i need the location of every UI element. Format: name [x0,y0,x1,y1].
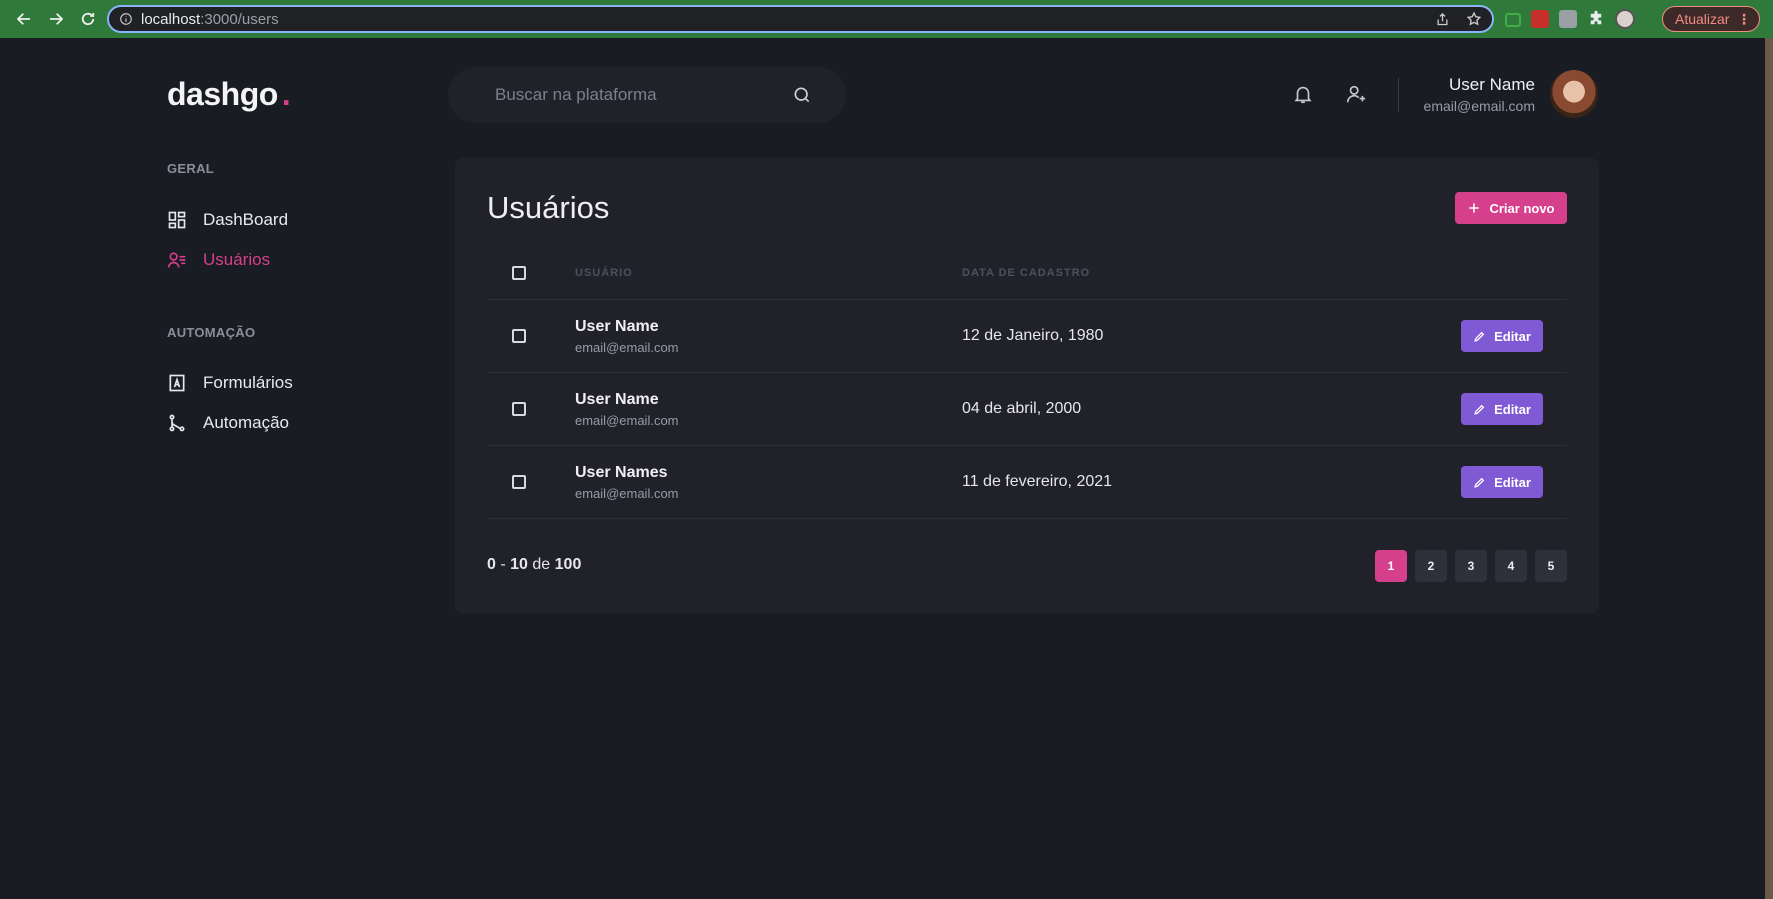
registration-date: 11 de fevereiro, 2021 [962,473,1113,490]
page-button[interactable]: 3 [1455,550,1487,582]
row-checkbox[interactable] [512,475,526,489]
create-new-button[interactable]: Criar novo [1455,192,1567,224]
share-icon[interactable] [1435,12,1450,27]
dashboard-icon [168,211,186,229]
page-button[interactable]: 4 [1495,550,1527,582]
pagination-end: 10 [510,556,528,573]
users-icon [167,252,186,268]
bell-icon[interactable] [1292,83,1316,107]
column-header-user: USUÁRIO [575,266,633,279]
page-button[interactable]: 1 [1375,550,1407,582]
update-label: Atualizar [1675,11,1730,27]
profile-name: User Name [1449,75,1535,94]
extensions-area [1505,6,1635,32]
page-button[interactable]: 2 [1415,550,1447,582]
puzzle-icon[interactable] [1587,10,1605,28]
sidebar-section-title-automacao: AUTOMAÇÃO [167,325,256,340]
search-input[interactable] [495,85,792,105]
search-box [448,67,846,123]
pagination-info: 0 - 10 de 100 [487,556,581,574]
back-icon[interactable] [10,5,38,33]
logo-dot: . [281,76,291,112]
pagination-of: de [532,556,551,573]
registration-date: 12 de Janeiro, 1980 [962,327,1104,344]
select-all-checkbox[interactable] [512,265,526,280]
window-edge [1765,38,1773,899]
sidebar-section-title-geral: GERAL [167,161,214,176]
pagination-start: 0 [487,556,496,573]
user-name: User Name [575,390,659,408]
sidebar-item-forms[interactable]: Formulários [167,373,293,393]
sidebar-item-label: DashBoard [203,210,289,229]
bookmark-star-icon[interactable] [1466,11,1482,27]
create-new-label: Criar novo [1489,200,1555,216]
sidebar-item-dashboard[interactable]: DashBoard [167,210,288,230]
table-header: USUÁRIO DATA DE CADASTRO [487,246,1567,300]
update-browser-button[interactable]: Atualizar ⋮ [1662,6,1760,32]
plus-icon [1469,203,1480,213]
pencil-icon [1474,477,1485,488]
user-name: User Names [575,463,668,481]
column-header-date: DATA DE CADASTRO [962,266,1091,279]
header-divider [1398,78,1399,112]
edit-label: Editar [1494,401,1531,417]
user-email: email@email.com [575,485,679,501]
pagination-total: 100 [554,556,582,573]
edit-button[interactable]: Editar [1461,466,1543,498]
sidebar-item-label: Usuários [203,250,271,269]
url-host: localhost [141,10,201,28]
sidebar-item-automation[interactable]: Automação [167,413,289,433]
table-row: User Names email@email.com 11 de feverei… [487,446,1567,519]
add-user-icon[interactable] [1345,83,1369,107]
pagination-sep: - [500,556,506,573]
forward-icon[interactable] [42,5,70,33]
edit-label: Editar [1494,474,1531,490]
logo: dashgo. [167,76,291,113]
pagination: 1 2 3 4 5 [1375,550,1567,582]
red-extension-icon[interactable] [1531,10,1549,28]
url-path: :3000/users [200,10,279,28]
avatar[interactable] [1550,70,1598,118]
user-email: email@email.com [575,412,679,428]
pencil-icon [1474,331,1485,342]
automation-icon [169,414,185,432]
cast-extension-icon[interactable] [1505,13,1521,27]
table-row: User Name email@email.com 04 de abril, 2… [487,373,1567,446]
sidebar-item-users[interactable]: Usuários [167,250,270,270]
user-email: email@email.com [575,339,679,355]
pencil-icon [1474,404,1485,415]
address-bar[interactable]: localhost:3000/users [107,5,1494,33]
page-button[interactable]: 5 [1535,550,1567,582]
edit-label: Editar [1494,328,1531,344]
row-checkbox[interactable] [512,329,526,343]
sidebar-item-label: Automação [203,413,289,432]
logo-text: dashgo [167,76,278,112]
users-card: Usuários Criar novo USUÁRIO DATA DE CADA… [455,158,1599,614]
registration-date: 04 de abril, 2000 [962,400,1082,417]
table-row: User Name email@email.com 12 de Janeiro,… [487,300,1567,373]
users-table: USUÁRIO DATA DE CADASTRO User Name email… [487,246,1567,519]
user-name: User Name [575,317,659,335]
edit-button[interactable]: Editar [1461,320,1543,352]
edit-button[interactable]: Editar [1461,393,1543,425]
page-title: Usuários [487,190,610,225]
kebab-menu-icon[interactable]: ⋮ [1737,11,1751,28]
form-icon [169,374,185,392]
m-extension-icon[interactable] [1559,10,1577,28]
row-checkbox[interactable] [512,402,526,416]
url-text: localhost:3000/users [141,11,279,28]
profile-avatar-icon[interactable] [1615,9,1635,29]
sidebar-item-label: Formulários [203,373,293,392]
search-icon[interactable] [792,85,812,105]
profile-email: email@email.com [1423,98,1535,114]
reload-icon[interactable] [74,5,102,33]
site-info-icon[interactable] [119,12,133,26]
